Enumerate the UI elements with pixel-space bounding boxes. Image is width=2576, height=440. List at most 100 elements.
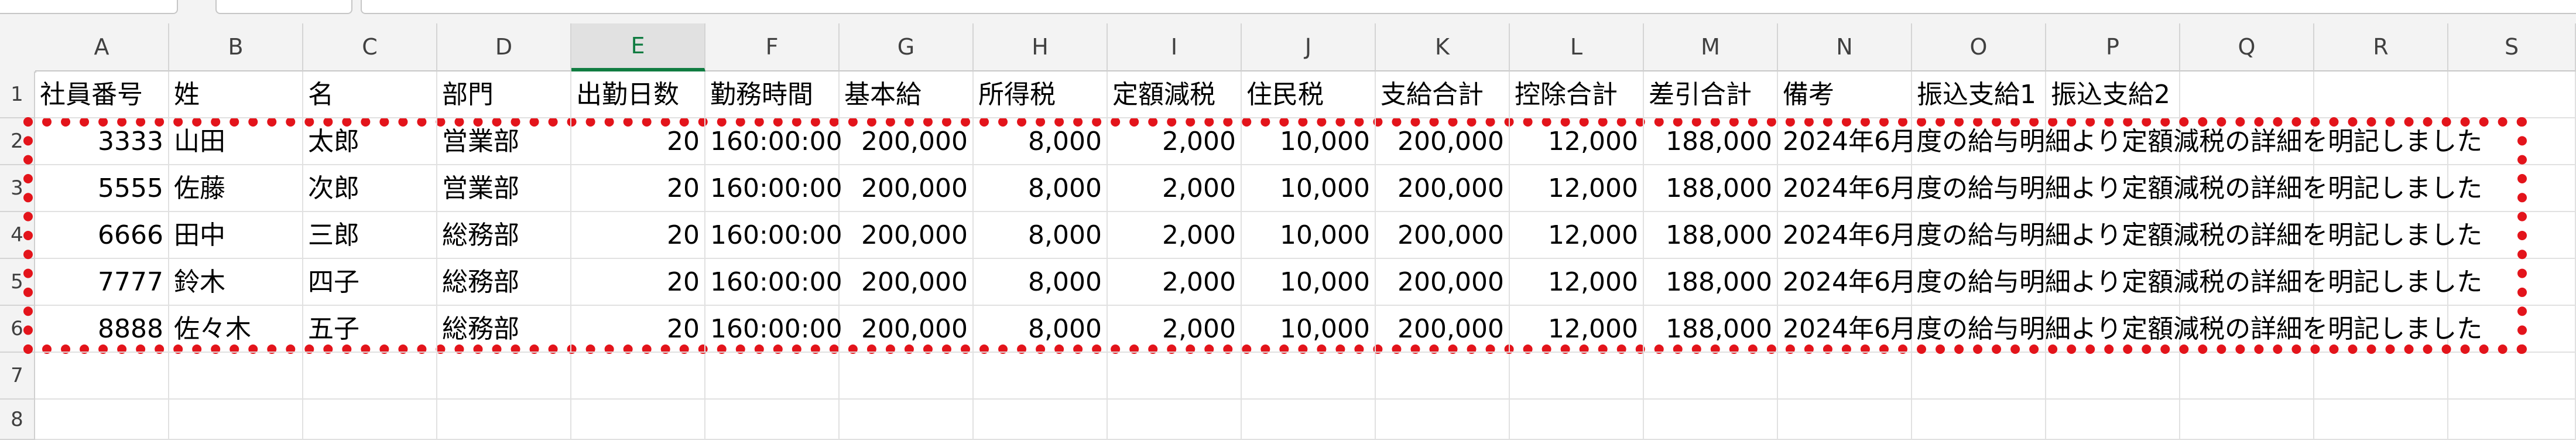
grid-cell[interactable]: [1242, 400, 1376, 440]
column-header-d[interactable]: D: [437, 23, 571, 71]
grid-cell[interactable]: [1510, 353, 1644, 400]
grid-cell[interactable]: [2180, 71, 2314, 118]
cell-a2[interactable]: 3333: [35, 118, 169, 165]
cell-i1[interactable]: 定額減税: [1108, 71, 1242, 118]
column-header-a[interactable]: A: [35, 23, 169, 71]
grid-cell[interactable]: [705, 400, 840, 440]
cell-b1[interactable]: 姓: [169, 71, 303, 118]
column-header-p[interactable]: P: [2046, 23, 2180, 71]
cell-k1[interactable]: 支給合計: [1376, 71, 1510, 118]
grid-cell[interactable]: [1644, 353, 1778, 400]
grid-cell[interactable]: [1644, 400, 1778, 440]
column-header-n[interactable]: N: [1778, 23, 1912, 71]
cell-l4[interactable]: 12,000: [1510, 212, 1644, 259]
row-header-3[interactable]: 3: [0, 165, 35, 212]
grid-cell[interactable]: [437, 400, 571, 440]
column-header-g[interactable]: G: [840, 23, 974, 71]
cell-k3[interactable]: 200,000: [1376, 165, 1510, 212]
cell-j1[interactable]: 住民税: [1242, 71, 1376, 118]
cell-m1[interactable]: 差引合計: [1644, 71, 1778, 118]
cell-l3[interactable]: 12,000: [1510, 165, 1644, 212]
cell-h1[interactable]: 所得税: [974, 71, 1108, 118]
cell-a4[interactable]: 6666: [35, 212, 169, 259]
cell-d6[interactable]: 総務部: [437, 306, 571, 353]
cell-g5[interactable]: 200,000: [840, 259, 974, 306]
grid-cell[interactable]: [2046, 400, 2180, 440]
cell-i5[interactable]: 2,000: [1108, 259, 1242, 306]
cell-n6[interactable]: 2024年6月度の給与明細より定額減税の詳細を明記しました: [1778, 306, 2482, 353]
cell-h2[interactable]: 8,000: [974, 118, 1108, 165]
cell-h4[interactable]: 8,000: [974, 212, 1108, 259]
cell-j2[interactable]: 10,000: [1242, 118, 1376, 165]
grid-cell[interactable]: [2314, 353, 2448, 400]
select-all-corner[interactable]: [0, 23, 36, 73]
grid-cell[interactable]: [1912, 353, 2046, 400]
cell-f1[interactable]: 勤務時間: [705, 71, 840, 118]
cell-n3[interactable]: 2024年6月度の給与明細より定額減税の詳細を明記しました: [1778, 165, 2482, 212]
cell-j3[interactable]: 10,000: [1242, 165, 1376, 212]
cell-c3[interactable]: 次郎: [303, 165, 437, 212]
cell-e5[interactable]: 20: [571, 259, 705, 306]
column-header-c[interactable]: C: [303, 23, 437, 71]
cell-c6[interactable]: 五子: [303, 306, 437, 353]
cell-h6[interactable]: 8,000: [974, 306, 1108, 353]
cell-j6[interactable]: 10,000: [1242, 306, 1376, 353]
grid-cell[interactable]: [1108, 400, 1242, 440]
cell-i4[interactable]: 2,000: [1108, 212, 1242, 259]
cell-b5[interactable]: 鈴木: [169, 259, 303, 306]
grid-cell[interactable]: [1242, 353, 1376, 400]
row-header-7[interactable]: 7: [0, 353, 35, 400]
grid-cell[interactable]: [2180, 400, 2314, 440]
column-header-e[interactable]: E: [571, 23, 705, 71]
cell-a3[interactable]: 5555: [35, 165, 169, 212]
cell-k6[interactable]: 200,000: [1376, 306, 1510, 353]
cell-e6[interactable]: 20: [571, 306, 705, 353]
cell-m3[interactable]: 188,000: [1644, 165, 1778, 212]
cell-m5[interactable]: 188,000: [1644, 259, 1778, 306]
cell-l6[interactable]: 12,000: [1510, 306, 1644, 353]
grid-cell[interactable]: [2046, 353, 2180, 400]
cell-k4[interactable]: 200,000: [1376, 212, 1510, 259]
cell-b4[interactable]: 田中: [169, 212, 303, 259]
cell-l1[interactable]: 控除合計: [1510, 71, 1644, 118]
cell-e3[interactable]: 20: [571, 165, 705, 212]
grid-cell[interactable]: [2314, 71, 2448, 118]
cell-d3[interactable]: 営業部: [437, 165, 571, 212]
cell-g1[interactable]: 基本給: [840, 71, 974, 118]
column-header-m[interactable]: M: [1644, 23, 1778, 71]
cell-j5[interactable]: 10,000: [1242, 259, 1376, 306]
row-header-1[interactable]: 1: [0, 71, 35, 118]
cell-m2[interactable]: 188,000: [1644, 118, 1778, 165]
cell-f3[interactable]: 160:00:00: [705, 165, 842, 212]
cell-i3[interactable]: 2,000: [1108, 165, 1242, 212]
row-header-5[interactable]: 5: [0, 259, 35, 306]
grid-cell[interactable]: [840, 353, 974, 400]
grid-cell[interactable]: [2448, 71, 2576, 118]
cell-f2[interactable]: 160:00:00: [705, 118, 842, 165]
column-header-q[interactable]: Q: [2180, 23, 2314, 71]
grid-cell[interactable]: [974, 353, 1108, 400]
cell-a6[interactable]: 8888: [35, 306, 169, 353]
column-header-k[interactable]: K: [1376, 23, 1510, 71]
grid-cell[interactable]: [35, 353, 169, 400]
column-header-b[interactable]: B: [169, 23, 303, 71]
grid-cell[interactable]: [303, 353, 437, 400]
cell-f5[interactable]: 160:00:00: [705, 259, 842, 306]
formula-controls[interactable]: [215, 0, 352, 14]
column-header-o[interactable]: O: [1912, 23, 2046, 71]
name-box[interactable]: [0, 0, 178, 14]
cell-g6[interactable]: 200,000: [840, 306, 974, 353]
grid-cell[interactable]: [169, 353, 303, 400]
cell-f6[interactable]: 160:00:00: [705, 306, 842, 353]
cell-l2[interactable]: 12,000: [1510, 118, 1644, 165]
cell-g2[interactable]: 200,000: [840, 118, 974, 165]
cell-p1[interactable]: 振込支給2: [2046, 71, 2180, 118]
cell-e1[interactable]: 出勤日数: [571, 71, 705, 118]
cell-d5[interactable]: 総務部: [437, 259, 571, 306]
cell-m4[interactable]: 188,000: [1644, 212, 1778, 259]
cell-o1[interactable]: 振込支給1: [1912, 71, 2046, 118]
cell-c5[interactable]: 四子: [303, 259, 437, 306]
cell-f4[interactable]: 160:00:00: [705, 212, 842, 259]
cell-a5[interactable]: 7777: [35, 259, 169, 306]
column-header-s[interactable]: S: [2448, 23, 2576, 71]
